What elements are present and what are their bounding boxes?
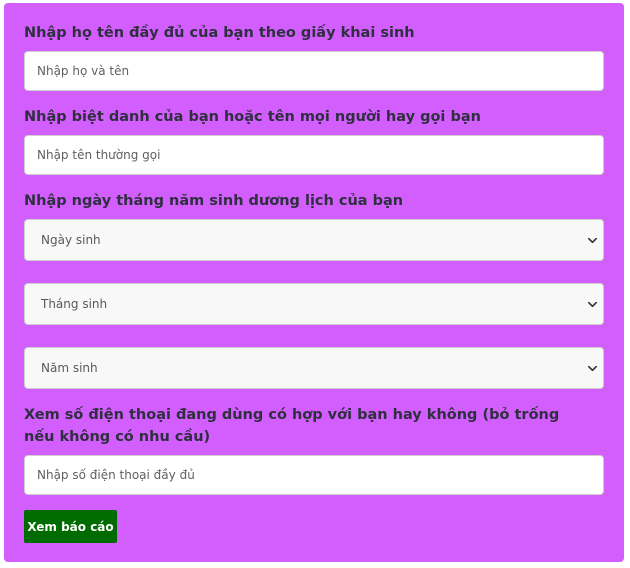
birth-year-select-value: Năm sinh bbox=[41, 361, 98, 375]
birth-month-select[interactable]: Tháng sinh bbox=[24, 283, 604, 325]
birth-day-select[interactable]: Ngày sinh bbox=[24, 219, 604, 261]
full-name-input[interactable] bbox=[24, 51, 604, 91]
full-name-label: Nhập họ tên đầy đủ của bạn theo giấy kha… bbox=[24, 25, 415, 41]
birth-day-select-value: Ngày sinh bbox=[41, 233, 101, 247]
form-panel: Nhập họ tên đầy đủ của bạn theo giấy kha… bbox=[4, 3, 624, 562]
chevron-down-icon bbox=[588, 365, 597, 372]
chevron-down-icon bbox=[588, 237, 597, 244]
phone-label: Xem số điện thoại đang dùng có hợp với b… bbox=[24, 407, 560, 445]
birth-year-select[interactable]: Năm sinh bbox=[24, 347, 604, 389]
chevron-down-icon bbox=[588, 301, 597, 308]
birth-month-select-value: Tháng sinh bbox=[41, 297, 108, 311]
view-report-button[interactable]: Xem báo cáo bbox=[24, 510, 117, 543]
nickname-input[interactable] bbox=[24, 135, 604, 175]
birth-date-label: Nhập ngày tháng năm sinh dương lịch của … bbox=[24, 193, 404, 209]
nickname-label: Nhập biệt danh của bạn hoặc tên mọi ngườ… bbox=[24, 109, 481, 125]
phone-input[interactable] bbox=[24, 455, 604, 495]
